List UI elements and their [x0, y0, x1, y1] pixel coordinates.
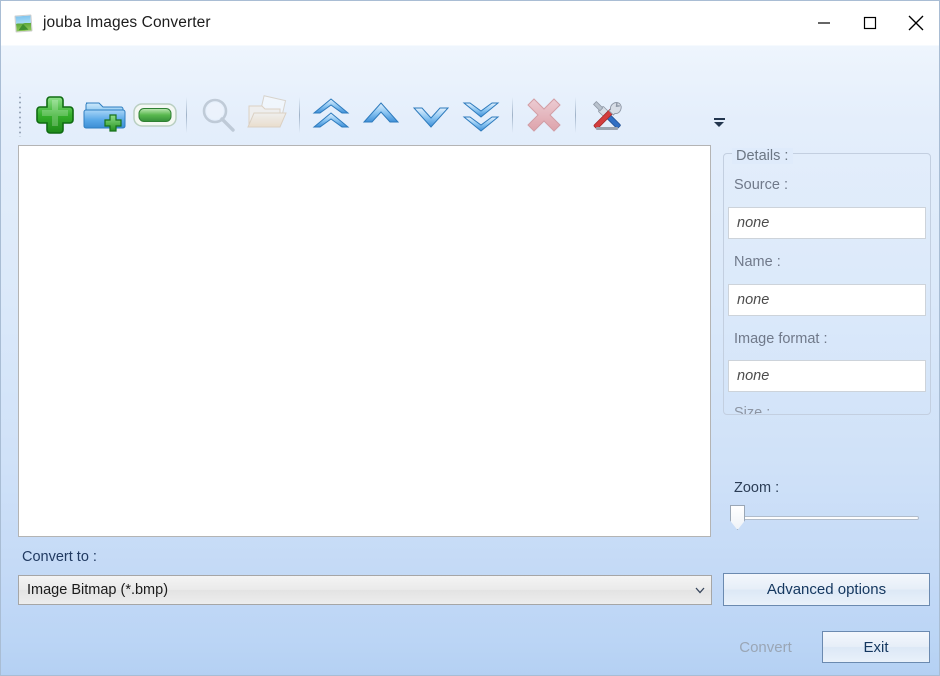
move-up-button[interactable]: [356, 91, 406, 139]
preview-button[interactable]: [193, 91, 243, 139]
move-down-button[interactable]: [406, 91, 456, 139]
size-label-clipped: Size :: [734, 405, 771, 414]
toolbar-overflow-chevron[interactable]: [711, 101, 727, 131]
zoom-slider-track[interactable]: [739, 516, 919, 520]
details-group-label: Details :: [732, 148, 794, 164]
source-field[interactable]: none: [728, 207, 926, 239]
app-window: jouba Images Converter Details: Source …: [0, 0, 940, 676]
title-bar: jouba Images Converter: [1, 1, 939, 45]
tools-button[interactable]: [582, 91, 632, 139]
move-bottom-button[interactable]: [456, 91, 506, 139]
convert-to-label: Convert to :: [22, 549, 97, 565]
clear-list-button[interactable]: [130, 91, 180, 139]
zoom-slider-thumb[interactable]: [730, 505, 745, 530]
toolbar-separator: [512, 97, 513, 133]
green-capsule-icon: [133, 103, 177, 127]
advanced-options-button[interactable]: Advanced options: [723, 573, 930, 606]
double-chevron-up-icon: [312, 98, 350, 128]
add-folder-button[interactable]: [80, 91, 130, 139]
window-controls: [801, 1, 939, 45]
zoom-label: Zoom :: [734, 480, 780, 496]
name-label: Name :: [734, 254, 781, 270]
picture-icon: [14, 13, 33, 33]
chevron-up-icon: [362, 102, 400, 123]
file-list[interactable]: [18, 145, 711, 537]
window-title: jouba Images Converter: [43, 14, 211, 31]
exit-button[interactable]: Exit: [822, 631, 930, 663]
maximize-icon[interactable]: [847, 1, 893, 45]
image-format-label: Image format :: [734, 331, 828, 347]
convert-button: Convert: [739, 638, 792, 656]
chevron-down-icon: [412, 107, 450, 128]
magnifier-icon: [202, 98, 235, 132]
green-plus-icon: [36, 96, 74, 134]
open-folder-icon: [247, 95, 287, 128]
image-format-field[interactable]: none: [728, 360, 926, 392]
folder-add-icon: [83, 102, 126, 132]
chevron-down-icon[interactable]: [689, 587, 711, 594]
tools-icon: [592, 100, 622, 130]
toolbar-separator: [186, 97, 187, 133]
add-file-button[interactable]: [30, 91, 80, 139]
double-chevron-down-icon: [462, 102, 500, 132]
remove-button[interactable]: [519, 91, 569, 139]
move-top-button[interactable]: [306, 91, 356, 139]
open-folder-button[interactable]: [243, 91, 293, 139]
output-format-value: Image Bitmap (*.bmp): [27, 582, 169, 598]
drag-grip[interactable]: [17, 93, 25, 137]
toolbar-separator: [575, 97, 576, 133]
close-icon[interactable]: [893, 1, 939, 45]
toolbar-separator: [299, 97, 300, 133]
name-field[interactable]: none: [728, 284, 926, 316]
output-format-combobox[interactable]: Image Bitmap (*.bmp): [18, 575, 712, 605]
minimize-icon[interactable]: [801, 1, 847, 45]
toolbar: [17, 87, 725, 143]
source-label: Source :: [734, 177, 788, 193]
red-x-icon: [527, 98, 561, 132]
